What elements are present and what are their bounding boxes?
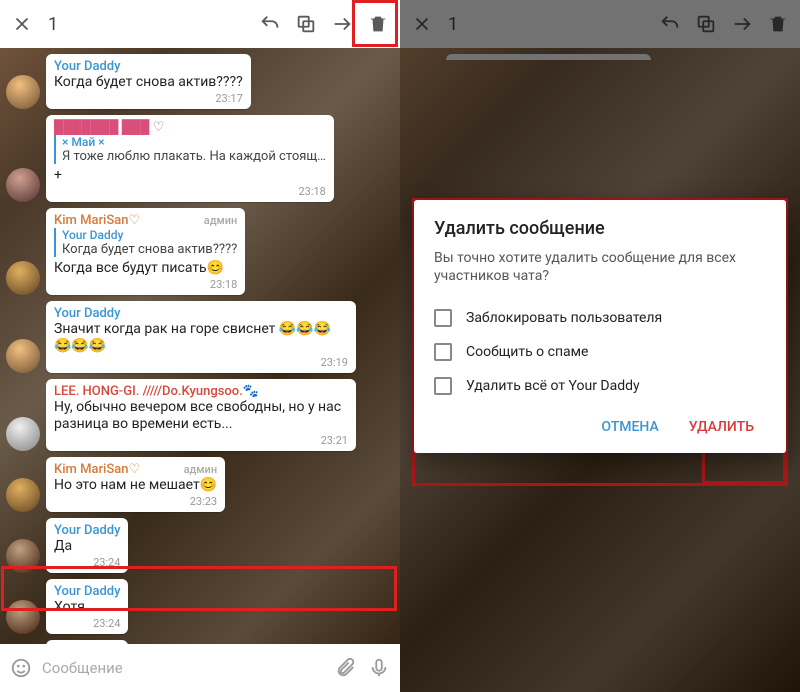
checkbox-icon[interactable] — [434, 309, 452, 327]
dialog-option[interactable]: Сообщить о спаме — [434, 335, 766, 369]
cancel-button[interactable]: ОТМЕНА — [589, 411, 670, 443]
message-text: Значит когда рак на горе свиснет 😂😂😂😂😂😂 — [54, 321, 348, 355]
reply-name: Your Daddy — [62, 228, 237, 242]
reply-block: Your DaddyКогда будет снова актив???? — [54, 228, 237, 257]
sender-name: ███████ ███ ♡ — [54, 120, 326, 135]
reply-text: Когда будет снова актив???? — [62, 242, 237, 257]
message-time: 23:18 — [54, 278, 237, 291]
delete-dialog: Удалить сообщение Вы точно хотите удалит… — [414, 200, 786, 453]
message-bubble[interactable]: LEE. HONG-GI. /////Do.Kyungsoo.🐾Ну, обыч… — [46, 379, 356, 451]
reply-text: Я тоже люблю плакать. На каждой стоящ… — [62, 149, 326, 164]
selection-count: 1 — [48, 14, 58, 35]
message-row[interactable]: Kim MariSan♡админНо это нам не мешает😊23… — [6, 457, 394, 512]
delete-icon[interactable] — [364, 10, 392, 38]
message-time: 23:19 — [54, 356, 348, 369]
admin-badge: админ — [184, 462, 218, 477]
message-bubble[interactable]: ███████ ███ ♡× Май ×Я тоже люблю плакать… — [46, 115, 334, 202]
sender-name: Your Daddy — [54, 306, 348, 321]
message-row[interactable]: Your DaddyХотя23:24 — [6, 579, 394, 634]
message-row[interactable]: Kim MariSan♡админYour DaddyКогда будет с… — [6, 208, 394, 295]
option-label: Сообщить о спаме — [466, 344, 588, 360]
message-text: + — [54, 167, 326, 184]
sender-name: Kim MariSan♡админ — [54, 213, 237, 228]
message-time: 23:23 — [54, 495, 217, 508]
message-text: Да — [54, 538, 120, 555]
avatar[interactable] — [6, 339, 40, 373]
avatar[interactable] — [6, 168, 40, 202]
message-row[interactable]: Your DaddyЗначит когда рак на горе свисн… — [6, 301, 394, 373]
admin-badge: админ — [204, 213, 238, 228]
message-bubble[interactable]: Kim MariSan♡админНо это нам не мешает😊23… — [46, 457, 225, 512]
dialog-option[interactable]: Заблокировать пользователя — [434, 301, 766, 335]
chat-area[interactable]: Your DaddyКогда будет снова актив????23:… — [0, 48, 400, 644]
option-label: Удалить всё от Your Daddy — [466, 378, 640, 394]
delete-button[interactable]: УДАЛИТЬ — [677, 411, 766, 443]
reply-name: × Май × — [62, 135, 326, 149]
emoji-icon[interactable] — [8, 655, 34, 681]
copy-icon[interactable] — [292, 10, 320, 38]
message-row[interactable]: Your DaddyКогда будет снова актив????23:… — [6, 54, 394, 109]
attach-icon[interactable] — [332, 655, 358, 681]
avatar[interactable] — [6, 75, 40, 109]
message-bubble[interactable]: Your DaddyКогда будет снова актив????23:… — [46, 54, 251, 109]
mic-icon[interactable] — [366, 655, 392, 681]
message-time: 23:21 — [54, 434, 348, 447]
message-text: Но это нам не мешает😊 — [54, 477, 217, 494]
message-time: 23:24 — [54, 556, 120, 569]
dialog-option[interactable]: Удалить всё от Your Daddy — [434, 369, 766, 403]
message-input[interactable]: Сообщение — [42, 659, 324, 677]
sender-name: Your Daddy — [54, 584, 120, 599]
reply-block: × Май ×Я тоже люблю плакать. На каждой с… — [54, 135, 326, 164]
message-bubble[interactable]: Your DaddyХотя23:24 — [46, 579, 128, 634]
checkbox-icon[interactable] — [434, 343, 452, 361]
sender-name: LEE. HONG-GI. /////Do.Kyungsoo.🐾 — [54, 384, 348, 399]
sender-name: Your Daddy — [54, 59, 243, 74]
actionbar: 1 — [0, 0, 400, 48]
option-label: Заблокировать пользователя — [466, 310, 662, 326]
message-bubble[interactable]: Kim MariSan♡админYour DaddyКогда будет с… — [46, 208, 245, 295]
sender-name: Kim MariSan♡админ — [54, 462, 217, 477]
avatar[interactable] — [6, 600, 40, 634]
avatar[interactable] — [6, 417, 40, 451]
message-time: 23:24 — [54, 617, 120, 630]
dialog-title: Удалить сообщение — [434, 218, 766, 239]
avatar[interactable] — [6, 261, 40, 295]
pane-left: 1 Your DaddyКогда будет снова актив????2… — [0, 0, 400, 692]
avatar[interactable] — [6, 478, 40, 512]
checkbox-icon[interactable] — [434, 377, 452, 395]
avatar[interactable] — [6, 539, 40, 573]
message-text: Когда все будут писать😊 — [54, 260, 237, 277]
message-bubble[interactable]: Your DaddyЗначит когда рак на горе свисн… — [46, 301, 356, 373]
message-time: 23:17 — [54, 92, 243, 105]
message-text: Хотя — [54, 599, 120, 616]
pane-right: 1 Your DaddyКогда будет снова актив????2… — [400, 0, 800, 692]
message-row[interactable]: ███████ ███ ♡× Май ×Я тоже люблю плакать… — [6, 115, 394, 202]
message-text: Ну, обычно вечером все свободны, но у на… — [54, 399, 348, 433]
message-row[interactable]: LEE. HONG-GI. /////Do.Kyungsoo.🐾Ну, обыч… — [6, 379, 394, 451]
message-bubble[interactable]: Your DaddyДа23:24 — [46, 518, 128, 573]
sender-name: Your Daddy — [54, 523, 120, 538]
message-row[interactable]: Your DaddyДа23:24 — [6, 518, 394, 573]
message-time: 23:18 — [54, 185, 326, 198]
close-icon[interactable] — [8, 10, 36, 38]
reply-icon[interactable] — [256, 10, 284, 38]
message-text: Когда будет снова актив???? — [54, 74, 243, 91]
forward-icon[interactable] — [328, 10, 356, 38]
input-bar: Сообщение — [0, 644, 400, 692]
dialog-body: Вы точно хотите удалить сообщение для вс… — [434, 249, 766, 285]
